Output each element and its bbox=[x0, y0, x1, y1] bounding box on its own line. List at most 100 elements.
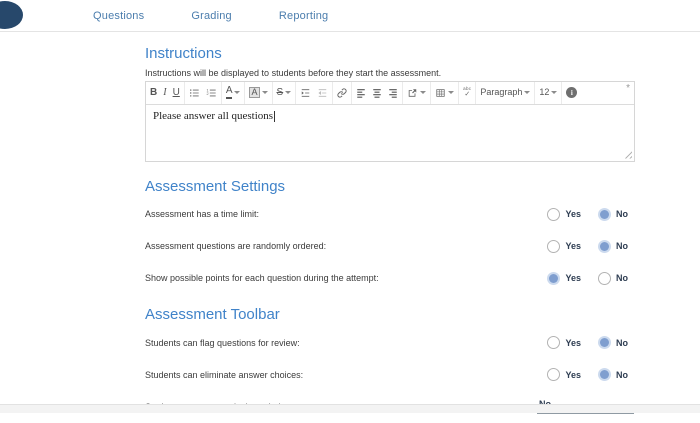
insert-content-group bbox=[403, 82, 431, 104]
nav-circle-button[interactable] bbox=[0, 1, 23, 29]
align-left-icon[interactable] bbox=[356, 88, 366, 98]
chevron-down-icon bbox=[420, 91, 426, 94]
radio-option-no[interactable]: No bbox=[598, 240, 628, 253]
radio-option-no[interactable]: No bbox=[598, 336, 628, 349]
bold-button[interactable]: B bbox=[150, 88, 157, 98]
radio-option-label: Yes bbox=[565, 370, 581, 380]
bullet-list-icon[interactable] bbox=[189, 88, 200, 98]
align-center-icon[interactable] bbox=[372, 88, 382, 98]
tabs: Questions Grading Reporting bbox=[93, 10, 328, 22]
chevron-down-icon bbox=[551, 91, 557, 94]
radio-option-label: No bbox=[616, 370, 628, 380]
setting-label: Assessment has a time limit: bbox=[145, 209, 259, 219]
assessment-toolbar-heading: Assessment Toolbar bbox=[145, 307, 635, 324]
font-size-dropdown[interactable]: 12 bbox=[539, 88, 557, 97]
assessment-settings-heading: Assessment Settings bbox=[145, 179, 635, 196]
paragraph-group: Paragraph bbox=[476, 82, 535, 104]
radio-option-label: No bbox=[616, 241, 628, 251]
paragraph-format-dropdown[interactable]: Paragraph bbox=[480, 88, 530, 97]
format-group: B I U bbox=[146, 82, 185, 104]
radio-icon[interactable] bbox=[598, 368, 611, 381]
resize-handle[interactable] bbox=[624, 151, 632, 159]
radio-option-label: No bbox=[616, 273, 628, 283]
radio-option-yes[interactable]: Yes bbox=[547, 272, 581, 285]
info-group: i bbox=[562, 82, 581, 104]
radio-option-no[interactable]: No bbox=[598, 368, 628, 381]
radio-icon[interactable] bbox=[547, 336, 560, 349]
editor-toolbar: B I U 12 A A bbox=[146, 82, 634, 105]
radio-option-label: Yes bbox=[565, 338, 581, 348]
link-icon[interactable] bbox=[337, 88, 347, 98]
radio-icon[interactable] bbox=[598, 336, 611, 349]
align-right-icon[interactable] bbox=[388, 88, 398, 98]
background-color-glyph: A bbox=[249, 87, 259, 98]
radio-option-no[interactable]: No bbox=[598, 208, 628, 221]
setting-row-time-limit: Assessment has a time limit: Yes No bbox=[145, 198, 635, 230]
align-group bbox=[352, 82, 403, 104]
fontsize-group: 12 bbox=[535, 82, 562, 104]
spellcheck-icon[interactable]: abc ✓ bbox=[463, 87, 471, 98]
text-cursor bbox=[274, 111, 275, 122]
chevron-down-icon bbox=[448, 91, 454, 94]
chevron-down-icon bbox=[262, 91, 268, 94]
radio-icon[interactable] bbox=[598, 272, 611, 285]
instructions-heading: Instructions bbox=[145, 46, 635, 63]
setting-label: Show possible points for each question d… bbox=[145, 273, 379, 283]
tab-grading[interactable]: Grading bbox=[191, 10, 232, 22]
info-glyph: i bbox=[571, 89, 573, 97]
setting-label: Students can eliminate answer choices: bbox=[145, 370, 303, 380]
radio-option-no[interactable]: No bbox=[598, 272, 628, 285]
chevron-down-icon bbox=[285, 91, 291, 94]
setting-label: Students can flag questions for review: bbox=[145, 338, 300, 348]
yes-no-radio-group: Yes No bbox=[547, 368, 635, 381]
setting-row-flag-questions: Students can flag questions for review: … bbox=[145, 327, 635, 359]
strikethrough-button[interactable]: S bbox=[277, 88, 292, 98]
italic-button[interactable]: I bbox=[163, 88, 166, 98]
editor-content-area[interactable]: Please answer all questions bbox=[146, 105, 634, 161]
chevron-down-icon bbox=[524, 91, 530, 94]
yes-no-radio-group: Yes No bbox=[547, 336, 635, 349]
radio-option-yes[interactable]: Yes bbox=[547, 208, 581, 221]
assessment-settings-rows: Assessment has a time limit: Yes No Asse… bbox=[145, 198, 635, 294]
radio-option-yes[interactable]: Yes bbox=[547, 368, 581, 381]
radio-icon[interactable] bbox=[598, 240, 611, 253]
yes-no-radio-group: Yes No bbox=[547, 240, 635, 253]
table-icon[interactable] bbox=[435, 88, 454, 98]
insert-content-icon[interactable] bbox=[407, 88, 426, 98]
numbered-list-icon[interactable]: 12 bbox=[206, 88, 217, 98]
table-group bbox=[431, 82, 459, 104]
indent-group bbox=[296, 82, 333, 104]
radio-option-label: Yes bbox=[565, 241, 581, 251]
radio-icon[interactable] bbox=[547, 240, 560, 253]
radio-option-yes[interactable]: Yes bbox=[547, 240, 581, 253]
outdent-icon[interactable] bbox=[317, 88, 328, 98]
setting-row-random-order: Assessment questions are randomly ordere… bbox=[145, 230, 635, 262]
instructions-help-text: Instructions will be displayed to studen… bbox=[145, 68, 635, 78]
setting-row-show-points: Show possible points for each question d… bbox=[145, 262, 635, 294]
radio-option-label: Yes bbox=[565, 273, 581, 283]
indent-icon[interactable] bbox=[300, 88, 311, 98]
setting-row-eliminate-choices: Students can eliminate answer choices: Y… bbox=[145, 359, 635, 391]
rich-text-editor: B I U 12 A A bbox=[145, 81, 635, 162]
tab-reporting[interactable]: Reporting bbox=[279, 10, 329, 22]
list-group: 12 bbox=[185, 82, 222, 104]
radio-icon[interactable] bbox=[547, 368, 560, 381]
underline-button[interactable]: U bbox=[173, 88, 180, 98]
background-color-button[interactable]: A bbox=[249, 87, 267, 98]
radio-icon[interactable] bbox=[547, 208, 560, 221]
strike-group: S bbox=[273, 82, 297, 104]
font-color-button[interactable]: A bbox=[226, 86, 241, 99]
radio-icon[interactable] bbox=[547, 272, 560, 285]
setting-label: Assessment questions are randomly ordere… bbox=[145, 241, 326, 251]
radio-option-label: Yes bbox=[565, 209, 581, 219]
info-icon[interactable]: i bbox=[566, 87, 577, 98]
radio-option-label: No bbox=[616, 338, 628, 348]
paragraph-format-value: Paragraph bbox=[480, 88, 522, 97]
chevron-down-icon bbox=[234, 91, 240, 94]
radio-option-yes[interactable]: Yes bbox=[547, 336, 581, 349]
radio-icon[interactable] bbox=[598, 208, 611, 221]
editor-text: Please answer all questions bbox=[153, 110, 273, 122]
link-group bbox=[333, 82, 352, 104]
forecolor-group: A bbox=[222, 82, 246, 104]
tab-questions[interactable]: Questions bbox=[93, 10, 144, 22]
